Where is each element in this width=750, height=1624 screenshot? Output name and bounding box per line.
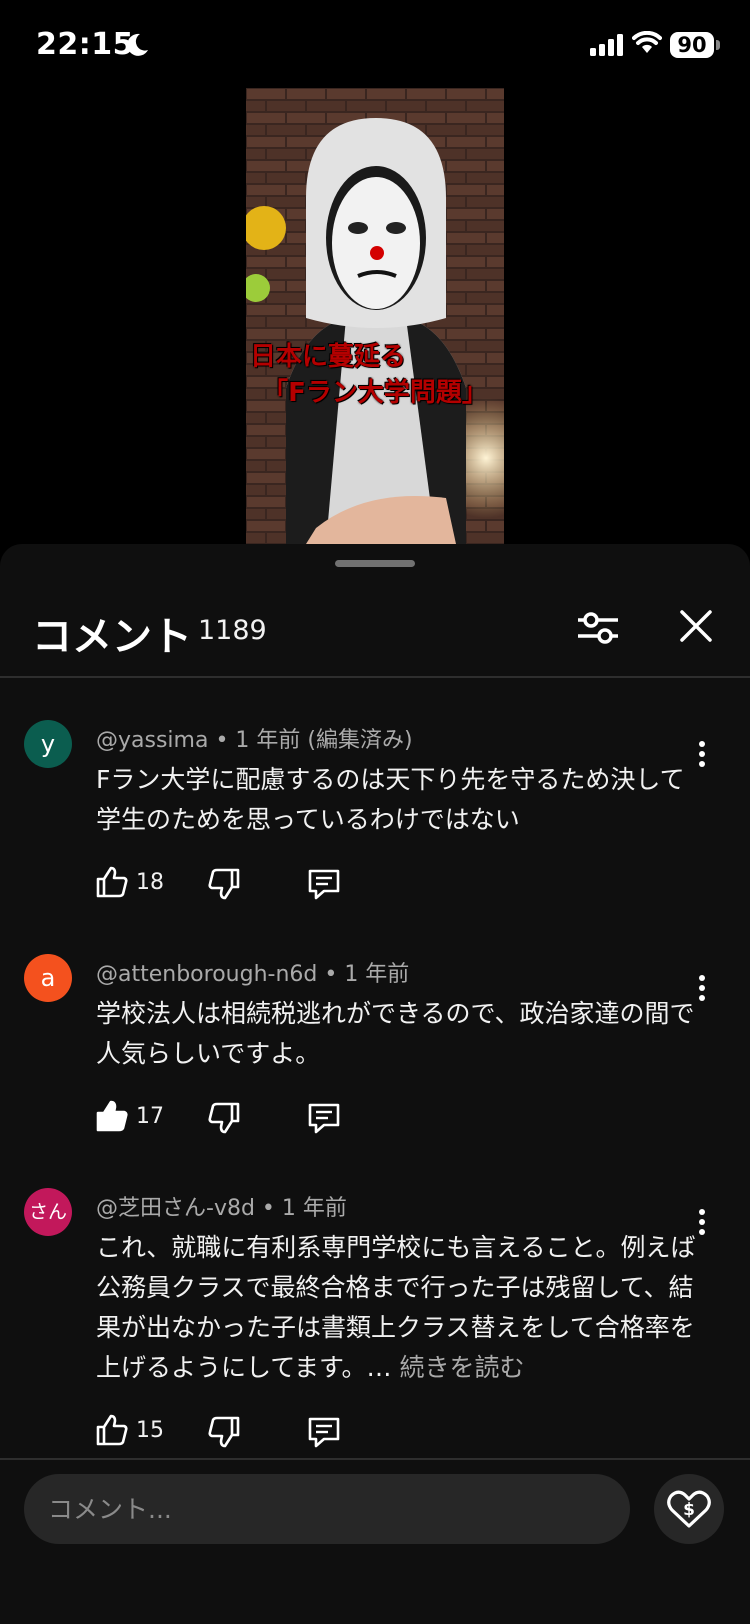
thumb-up-icon[interactable]	[94, 1098, 130, 1134]
comment-actions: 17	[94, 1098, 354, 1138]
thumb-up-icon[interactable]	[94, 1412, 130, 1448]
read-more-link[interactable]: 続きを読む	[399, 1353, 524, 1382]
comment-text: 学校法人は相続税逃れができるので、政治家達の間で人気らしいですよ。	[96, 999, 695, 1068]
super-thanks-button[interactable]: $	[654, 1474, 724, 1544]
comment-actions: 18	[94, 864, 354, 904]
kebab-icon[interactable]	[690, 1202, 714, 1242]
comment-text: これ、就職に有利系専門学校にも言えること。例えば公務員クラスで最終合格まで行った…	[96, 1233, 696, 1382]
video-overlay-title-line1: 日本に蔓延る	[250, 342, 407, 372]
comments-sheet: コメント 1189	[0, 544, 750, 1624]
header-divider	[0, 676, 750, 678]
thumb-down-icon[interactable]	[206, 866, 242, 902]
thumb-down-icon[interactable]	[206, 1414, 242, 1450]
input-divider	[0, 1458, 750, 1460]
like-count: 18	[136, 870, 164, 895]
sliders-icon[interactable]	[574, 604, 622, 652]
svg-text:$: $	[683, 1500, 695, 1520]
comment-meta[interactable]: @attenborough-n6d • 1 年前	[96, 956, 409, 988]
status-bar: 22:15 90	[0, 0, 750, 88]
avatar[interactable]: y	[24, 720, 72, 768]
battery-nub	[716, 40, 720, 50]
comment-meta[interactable]: @芝田さん-v8d • 1 年前	[96, 1190, 347, 1222]
video-player[interactable]: 日本に蔓延る 「Fラン大学問題」	[246, 88, 504, 544]
comment-text: Fラン大学に配慮するのは天下り先を守るため決して学生のためを思っているわけではな…	[96, 765, 685, 834]
kebab-icon[interactable]	[690, 734, 714, 774]
close-icon[interactable]	[676, 606, 716, 646]
status-time: 22:15	[36, 27, 134, 62]
super-thanks-heart-icon: $	[667, 1490, 711, 1528]
kebab-icon[interactable]	[690, 968, 714, 1008]
comment-text-wrapper: これ、就職に有利系専門学校にも言えること。例えば公務員クラスで最終合格まで行った…	[96, 1228, 696, 1388]
comments-title: コメント	[32, 614, 192, 660]
drag-handle[interactable]	[335, 560, 415, 567]
thumb-down-icon[interactable]	[206, 1100, 242, 1136]
video-overlay-title-line2: 「Fラン大学問題」	[262, 378, 488, 408]
comments-count: 1189	[198, 615, 267, 646]
comment-input[interactable]	[24, 1474, 630, 1544]
battery-level: 90	[677, 33, 707, 57]
cellular-signal-icon	[590, 34, 623, 56]
reply-icon[interactable]	[306, 1414, 342, 1450]
reply-icon[interactable]	[306, 866, 342, 902]
moon-icon	[127, 33, 148, 56]
like-count: 15	[136, 1418, 164, 1443]
comment-meta[interactable]: @yassima • 1 年前 (編集済み)	[96, 722, 413, 754]
comment-actions: 15	[94, 1412, 354, 1452]
reply-icon[interactable]	[306, 1100, 342, 1136]
like-count: 17	[136, 1104, 164, 1129]
avatar[interactable]: a	[24, 954, 72, 1002]
wifi-icon	[632, 31, 662, 53]
thumb-up-icon[interactable]	[94, 864, 130, 900]
battery-indicator: 90	[670, 32, 714, 58]
video-frame-image	[246, 88, 504, 544]
avatar[interactable]: さん	[24, 1188, 72, 1236]
